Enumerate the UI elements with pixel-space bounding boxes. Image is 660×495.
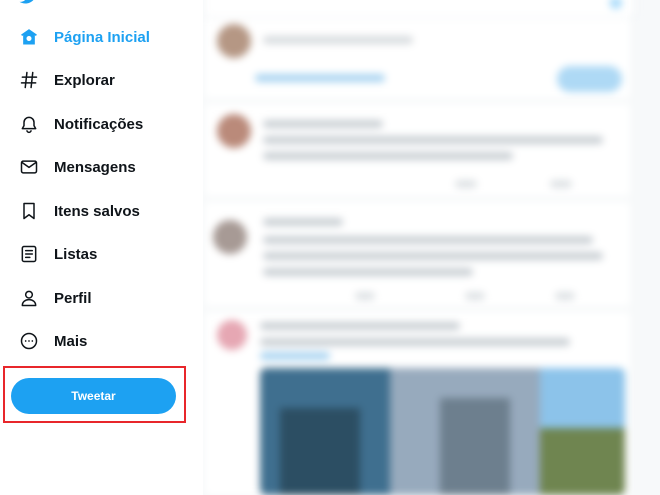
- sidebar-item-label: Página Inicial: [54, 28, 150, 46]
- sidebar-item-lists[interactable]: Listas: [8, 236, 188, 272]
- bookmark-icon: [18, 200, 40, 222]
- sidebar-item-label: Notificações: [54, 115, 144, 133]
- tweet-card[interactable]: [205, 312, 630, 495]
- sidebar-item-label: Explorar: [54, 71, 115, 89]
- person-icon: [18, 287, 40, 309]
- search-icon: [610, 0, 621, 8]
- envelope-icon: [18, 156, 40, 178]
- sidebar-item-home[interactable]: Página Inicial: [8, 19, 188, 55]
- twitter-logo-icon[interactable]: [18, 0, 40, 4]
- tweet-image[interactable]: [260, 368, 625, 495]
- sidebar-item-label: Itens salvos: [54, 202, 140, 220]
- sidebar-item-profile[interactable]: Perfil: [8, 280, 188, 316]
- home-icon: [18, 26, 40, 48]
- sidebar-item-label: Perfil: [54, 289, 92, 307]
- sidebar-item-label: Mensagens: [54, 158, 136, 176]
- sidebar-item-notifications[interactable]: Notificações: [8, 106, 188, 142]
- compose-tweet-button[interactable]: [557, 66, 622, 92]
- list-icon: [18, 243, 40, 265]
- hashtag-icon: [18, 69, 40, 91]
- avatar: [217, 320, 247, 350]
- sidebar-item-label: Mais: [54, 332, 88, 350]
- sidebar-item-bookmarks[interactable]: Itens salvos: [8, 193, 188, 229]
- timeline-feed: [203, 0, 660, 495]
- more-circle-icon: [18, 330, 40, 352]
- tweet-card[interactable]: [205, 104, 630, 196]
- bell-icon: [18, 113, 40, 135]
- avatar: [213, 220, 247, 254]
- sidebar-item-explore[interactable]: Explorar: [8, 62, 188, 98]
- compose-tweet-card[interactable]: [205, 18, 630, 98]
- sidebar-nav: Página Inicial Explorar Notificações Men…: [0, 0, 203, 495]
- highlight-annotation-box: [3, 366, 186, 423]
- sidebar-item-more[interactable]: Mais: [8, 323, 188, 359]
- sidebar-item-messages[interactable]: Mensagens: [8, 149, 188, 185]
- avatar: [217, 114, 251, 148]
- sidebar-item-label: Listas: [54, 245, 98, 263]
- search-bar[interactable]: [203, 0, 635, 18]
- tweet-card[interactable]: [205, 202, 630, 306]
- avatar: [217, 24, 251, 58]
